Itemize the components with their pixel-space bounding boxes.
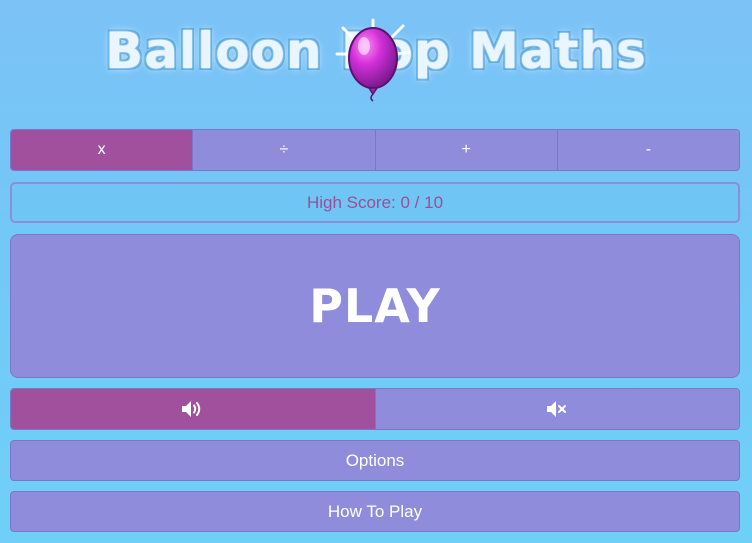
speaker-on-icon bbox=[181, 401, 200, 417]
operation-multiply-button[interactable]: x bbox=[11, 130, 194, 170]
operation-divide-button[interactable]: ÷ bbox=[193, 130, 376, 170]
operation-selector: x ÷ + - bbox=[10, 129, 740, 171]
high-score-display: High Score: 0 / 10 bbox=[10, 182, 740, 223]
options-button[interactable]: Options bbox=[10, 440, 740, 481]
high-score-text: High Score: 0 / 10 bbox=[306, 192, 444, 212]
play-button[interactable]: PLAY bbox=[10, 234, 740, 378]
sound-toggle bbox=[10, 388, 740, 430]
sound-off-button[interactable] bbox=[375, 389, 739, 429]
speaker-mute-icon bbox=[547, 401, 567, 417]
operation-subtract-button[interactable]: - bbox=[557, 130, 739, 170]
how-to-play-button[interactable]: How To Play bbox=[10, 491, 740, 532]
operation-add-button[interactable]: + bbox=[375, 130, 558, 170]
sound-on-button[interactable] bbox=[11, 389, 376, 429]
balloon-logo-icon bbox=[335, 18, 411, 102]
game-header: Balloon Pop Maths bbox=[0, 14, 752, 104]
